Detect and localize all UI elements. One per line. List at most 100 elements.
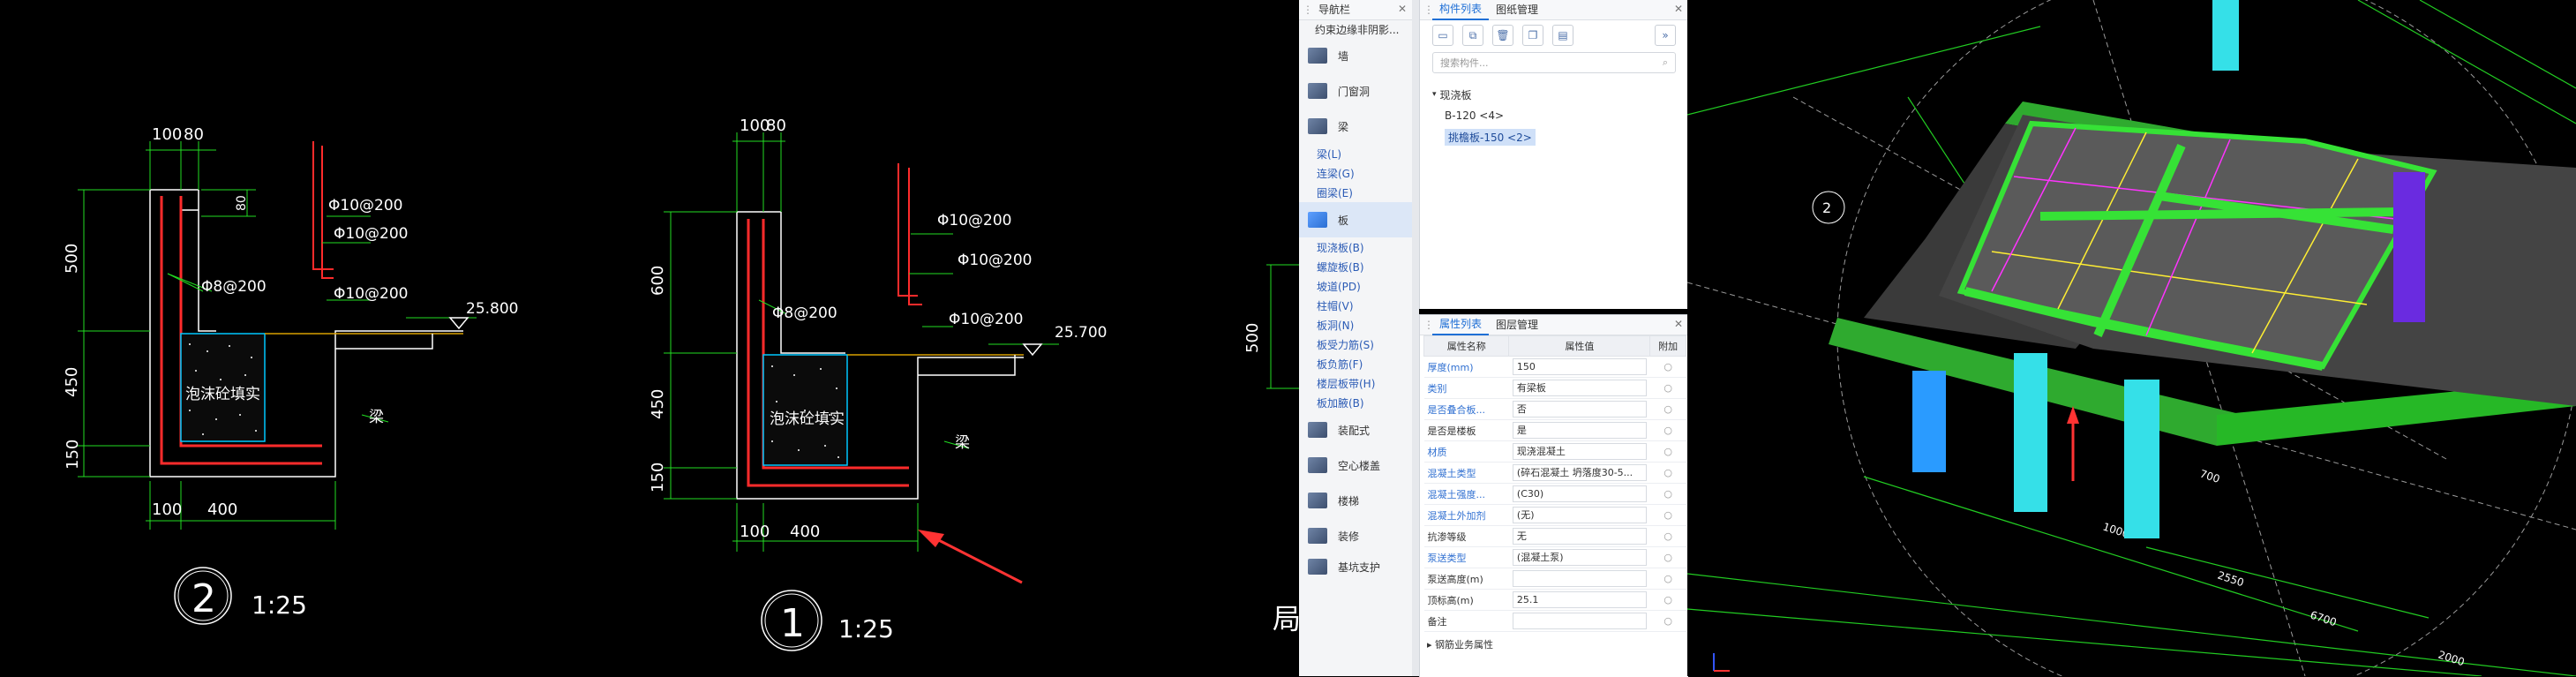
property-value-field[interactable] xyxy=(1512,570,1647,587)
tab-component-list[interactable]: 构件列表 xyxy=(1432,0,1490,20)
dim-bottom-400: 400 xyxy=(207,500,237,519)
nav-item-slab-haunch[interactable]: 板加腋(B) xyxy=(1299,393,1412,412)
property-value-field[interactable]: 25.1 xyxy=(1512,591,1647,608)
component-search[interactable]: 搜索构件... ⌕ xyxy=(1432,52,1676,73)
tab-drawing-management[interactable]: 图纸管理 xyxy=(1489,0,1545,19)
property-value-field[interactable]: 否 xyxy=(1512,401,1647,417)
new-component-icon[interactable]: ▭ xyxy=(1432,25,1453,46)
nav-item-slab-hole[interactable]: 板洞(N) xyxy=(1299,315,1412,335)
nav-header: ⋮ 导航栏 ✕ xyxy=(1299,0,1412,20)
close-icon[interactable]: ✕ xyxy=(1674,318,1683,330)
search-input[interactable]: 搜索构件... xyxy=(1440,56,1489,70)
more-icon[interactable]: » xyxy=(1655,25,1676,46)
layer-icon[interactable]: ❐ xyxy=(1522,25,1543,46)
property-value-field[interactable]: 现浇混凝土 xyxy=(1512,443,1647,460)
search-icon[interactable]: ⌕ xyxy=(1663,56,1668,69)
delete-icon[interactable]: 🗑 xyxy=(1492,25,1513,46)
property-row[interactable]: 混凝土外加剂 (无) ○ xyxy=(1423,504,1686,526)
property-value-field[interactable]: 无 xyxy=(1512,528,1647,545)
property-value-field[interactable]: (C30) xyxy=(1512,485,1647,502)
filter-icon[interactable]: ▤ xyxy=(1552,25,1573,46)
nav-item-negative-rebar[interactable]: 板负筋(F) xyxy=(1299,354,1412,373)
drag-grip-icon[interactable]: ⋮ xyxy=(1423,4,1434,16)
attach-checkbox[interactable]: ○ xyxy=(1649,546,1686,568)
3d-view[interactable]: 1000 2550 6700 2000 700 2 xyxy=(1687,0,2576,676)
nav-category-door-window[interactable]: 门窗洞 xyxy=(1299,73,1412,109)
rebar-properties-expander[interactable]: ▸ 钢筋业务属性 xyxy=(1420,632,1688,651)
nav-item-constraint-edge[interactable]: 约束边缘非阴影... xyxy=(1299,20,1412,38)
property-value-field[interactable]: 是 xyxy=(1512,422,1647,439)
nav-item-link-beam[interactable]: 连梁(G) xyxy=(1299,163,1412,183)
nav-item-slab-rebar[interactable]: 板受力筋(S) xyxy=(1299,335,1412,354)
property-row[interactable]: 混凝土强度... (C30) ○ xyxy=(1423,483,1686,505)
attach-checkbox[interactable]: ○ xyxy=(1649,525,1686,547)
property-name: 备注 xyxy=(1423,610,1509,632)
nav-category-stair[interactable]: 楼梯 xyxy=(1299,483,1412,518)
attach-checkbox[interactable]: ○ xyxy=(1649,504,1686,526)
property-name: 是否是楼板 xyxy=(1423,419,1509,441)
nav-category-decoration[interactable]: 装修 xyxy=(1299,518,1412,553)
property-value-field[interactable]: (混凝土泵) xyxy=(1512,549,1647,566)
attach-checkbox[interactable]: ○ xyxy=(1649,398,1686,420)
tab-layer-management[interactable]: 图层管理 xyxy=(1489,315,1545,335)
dim-150: 150 xyxy=(64,440,82,470)
nav-category-wall[interactable]: 墙 xyxy=(1299,38,1412,73)
property-row[interactable]: 是否是楼板是 ○ xyxy=(1423,419,1686,441)
attach-checkbox[interactable]: ○ xyxy=(1649,610,1686,632)
axis-gizmo xyxy=(1713,653,1730,672)
attach-checkbox[interactable]: ○ xyxy=(1649,568,1686,590)
panel-splitter[interactable] xyxy=(1412,0,1419,676)
nav-category-beam[interactable]: 梁 xyxy=(1299,109,1412,144)
nav-item-column-cap[interactable]: 柱帽(V) xyxy=(1299,296,1412,315)
close-icon[interactable]: ✕ xyxy=(1674,3,1683,15)
drag-grip-icon[interactable]: ⋮ xyxy=(1423,319,1434,331)
property-value-field[interactable] xyxy=(1512,613,1647,629)
nav-item-beam-l[interactable]: 梁(L) xyxy=(1299,144,1412,163)
attach-checkbox[interactable]: ○ xyxy=(1649,440,1686,463)
tree-root-cast-slab[interactable]: ▾ 现浇板 xyxy=(1432,84,1688,105)
nav-item-ring-beam[interactable]: 圈梁(E) xyxy=(1299,183,1412,202)
property-name: 厚度(mm) xyxy=(1423,356,1509,378)
cad-drawing-area[interactable]: 100 80 80 500 450 150 100 400 Φ10@200 Φ1… xyxy=(0,0,1299,676)
property-row[interactable]: 是否叠合板... 否 ○ xyxy=(1423,398,1686,420)
close-icon[interactable]: ✕ xyxy=(1398,3,1407,15)
property-value-cell: 25.1 xyxy=(1508,589,1650,611)
attach-checkbox[interactable]: ○ xyxy=(1649,462,1686,484)
tree-item-b120[interactable]: B-120 <4> xyxy=(1432,105,1688,126)
property-value-field[interactable]: 150 xyxy=(1512,358,1647,375)
rebar-label-2: Φ10@200 xyxy=(958,252,1032,269)
attach-checkbox[interactable]: ○ xyxy=(1649,419,1686,441)
copy-icon[interactable]: ⧉ xyxy=(1462,25,1483,46)
drag-grip-icon[interactable]: ⋮ xyxy=(1303,4,1313,16)
property-row[interactable]: 厚度(mm) 150 ○ xyxy=(1423,356,1686,378)
property-row[interactable]: 类别 有梁板 ○ xyxy=(1423,377,1686,399)
tab-property-list[interactable]: 属性列表 xyxy=(1432,314,1490,335)
nav-item-ramp[interactable]: 坡道(PD) xyxy=(1299,276,1412,296)
property-value-field[interactable]: (无) xyxy=(1512,507,1647,523)
nav-category-slab[interactable]: 板 xyxy=(1299,202,1412,237)
property-row[interactable]: 混凝土类型 (碎石混凝土 坍落度30-5... ○ xyxy=(1423,462,1686,484)
nav-category-pit-support[interactable]: 基坑支护 xyxy=(1299,553,1412,580)
property-table: 属性名称 属性值 附加 厚度(mm) 150 ○ 类别 有梁板 ○ 是否叠合板... 否 ○ 是否… xyxy=(1423,335,1686,632)
property-row[interactable]: 备注 ○ xyxy=(1423,610,1686,632)
property-row[interactable]: 顶标高(m) 25.1 ○ xyxy=(1423,589,1686,611)
property-row[interactable]: 材质 现浇混凝土 ○ xyxy=(1423,440,1686,463)
nav-item-spiral-slab[interactable]: 螺旋板(B) xyxy=(1299,257,1412,276)
property-value-field[interactable]: 有梁板 xyxy=(1512,380,1647,396)
property-row[interactable]: 泵送高度(m) ○ xyxy=(1423,568,1686,590)
property-row[interactable]: 抗渗等级无 ○ xyxy=(1423,525,1686,547)
attach-checkbox[interactable]: ○ xyxy=(1649,483,1686,505)
col-header-name: 属性名称 xyxy=(1423,335,1510,357)
nav-category-hollow-floor[interactable]: 空心楼盖 xyxy=(1299,448,1412,483)
attach-checkbox[interactable]: ○ xyxy=(1649,377,1686,399)
attach-checkbox[interactable]: ○ xyxy=(1649,356,1686,378)
property-row[interactable]: 泵送类型 (混凝土泵) ○ xyxy=(1423,546,1686,568)
nav-item-floor-band[interactable]: 楼层板带(H) xyxy=(1299,373,1412,393)
property-value-field[interactable]: (碎石混凝土 坍落度30-5... xyxy=(1512,464,1647,481)
nav-category-prefab[interactable]: 装配式 xyxy=(1299,412,1412,448)
nav-item-cast-slab[interactable]: 现浇板(B) xyxy=(1299,237,1412,257)
collapse-icon[interactable]: ▾ xyxy=(1432,90,1437,99)
wall-icon xyxy=(1308,48,1327,64)
tree-item-eave-slab[interactable]: 挑檐板-150 <2> xyxy=(1432,126,1688,147)
attach-checkbox[interactable]: ○ xyxy=(1649,589,1686,611)
